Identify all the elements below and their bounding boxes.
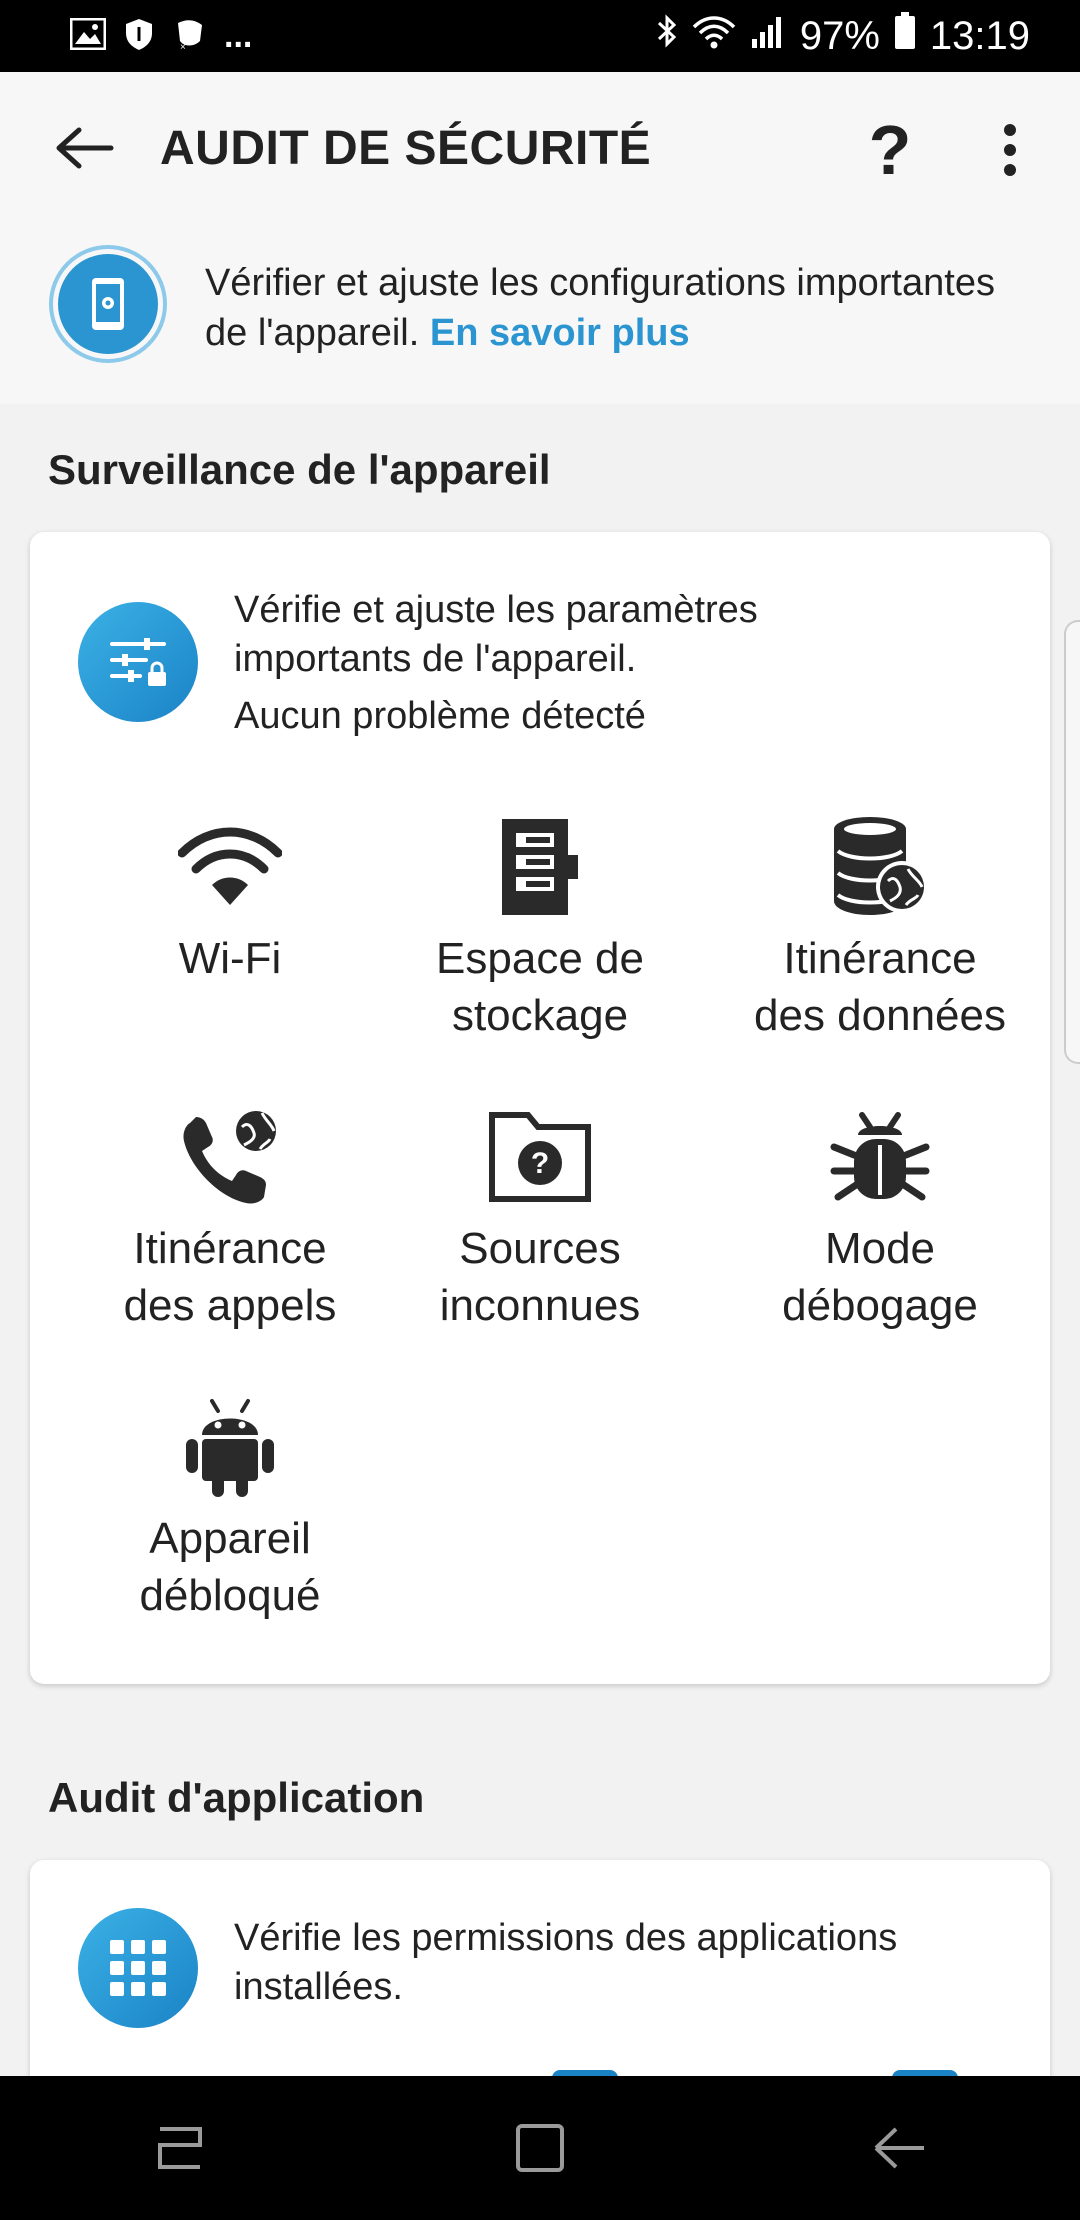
gallery-icon (69, 17, 107, 55)
device-status-text: Aucun problème détecté (234, 695, 646, 737)
app-desc-line2: installées. (234, 1966, 403, 2008)
storage-label: Espace de stockage (436, 934, 644, 1040)
app-desc-line1: Vérifie les permissions des applications (234, 1917, 898, 1959)
svg-text:?: ? (531, 1147, 549, 1180)
page-title: AUDIT DE SÉCURITÉ (160, 121, 652, 175)
data-roaming-icon (834, 817, 928, 915)
data-roaming-label: Itinérance des données (754, 934, 1006, 1040)
unknown-sources-label: Sources inconnues (439, 1224, 641, 1330)
bluetooth-icon (656, 13, 678, 59)
more-options-button[interactable] (970, 110, 1050, 190)
call-roaming-icon (183, 1107, 280, 1204)
app-card-description: Vérifie les permissions des applications… (234, 1914, 1014, 2012)
nav-back-button[interactable] (840, 2098, 960, 2198)
back-icon (874, 2127, 924, 2169)
check-call-roaming[interactable]: Itinérance des appels (60, 1102, 400, 1334)
app-bar: AUDIT DE SÉCURITÉ ? (0, 72, 1080, 224)
wifi-label: Wi-Fi (178, 934, 282, 983)
debug-mode-label: Mode débogage (782, 1224, 978, 1330)
rooted-device-label: Appareil débloqué (139, 1514, 321, 1620)
check-storage[interactable]: Espace de stockage (370, 812, 710, 1044)
storage-icon (502, 819, 578, 915)
android-icon (186, 1399, 274, 1497)
more-notifications: ... (224, 16, 253, 55)
recent-apps-icon (158, 2127, 202, 2169)
svg-text:×: × (180, 42, 186, 51)
home-icon (516, 2124, 564, 2172)
check-debug-mode[interactable]: Mode débogage (710, 1102, 1050, 1334)
check-rooted-device[interactable]: Appareil débloqué (60, 1392, 400, 1624)
sliders-lock-icon (78, 602, 198, 722)
navigation-bar (0, 2076, 1080, 2220)
wifi-icon (178, 827, 282, 905)
intro-text: Vérifier et ajuste les configurations im… (205, 258, 1025, 358)
learn-more-link[interactable]: En savoir plus (430, 312, 690, 354)
arrow-left-icon (56, 127, 114, 169)
intro-banner: Vérifier et ajuste les configurations im… (0, 224, 1080, 404)
more-vert-icon (1004, 124, 1016, 176)
edge-panel-handle[interactable] (1064, 620, 1080, 1064)
home-button[interactable] (480, 2098, 600, 2198)
apps-grid-icon (78, 1908, 198, 2028)
recent-apps-button[interactable] (120, 2098, 240, 2198)
battery-percent: 97% (799, 13, 880, 58)
check-unknown-sources[interactable]: ? Sources inconnues (370, 1102, 710, 1334)
section-title-app-audit: Audit d'application (48, 1774, 425, 1821)
wifi-status-icon (692, 14, 736, 59)
signal-icon (750, 14, 786, 59)
device-card-description: Vérifie et ajuste les paramètres importa… (234, 586, 1014, 741)
clock: 13:19 (929, 13, 1030, 58)
notification-icon: × (172, 17, 206, 56)
check-data-roaming[interactable]: Itinérance des données (710, 812, 1050, 1044)
device-monitoring-card[interactable]: Vérifie et ajuste les paramètres importa… (30, 532, 1050, 1684)
help-button[interactable]: ? (850, 110, 930, 190)
status-bar: × ... 97% 13:19 (0, 0, 1080, 72)
battery-icon (894, 12, 916, 60)
unknown-sources-icon: ? (489, 1112, 591, 1202)
back-button[interactable] (40, 103, 130, 193)
shield-icon (124, 17, 154, 56)
call-roaming-label: Itinérance des appels (123, 1224, 337, 1330)
section-title-device: Surveillance de l'appareil (48, 446, 551, 493)
device-desc-line1: Vérifie et ajuste les paramètres (234, 589, 758, 631)
device-desc-line2: importants de l'appareil. (234, 638, 637, 680)
bug-icon (830, 1112, 930, 1201)
check-wifi[interactable]: Wi-Fi (60, 812, 400, 987)
device-settings-icon (48, 244, 168, 364)
